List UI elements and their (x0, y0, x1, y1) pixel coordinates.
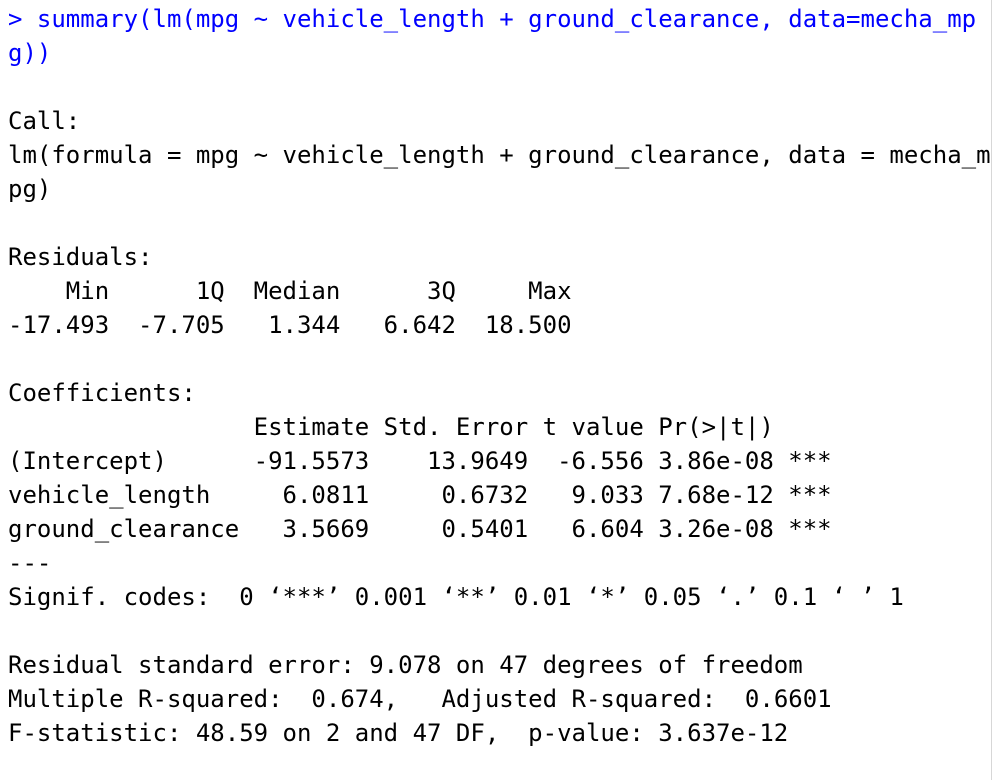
call-header: Call: (8, 107, 81, 135)
residuals-values: -17.493 -7.705 1.344 6.642 18.500 (8, 311, 586, 339)
command-line-continuation: g)) (8, 39, 52, 67)
coefficient-row-intercept: (Intercept) -91.5573 13.9649 -6.556 3.86… (8, 447, 832, 475)
r-console[interactable]: > summary(lm(mpg ~ vehicle_length + grou… (0, 0, 992, 780)
residual-standard-error: Residual standard error: 9.078 on 47 deg… (8, 651, 803, 679)
call-formula: lm(formula = mpg ~ vehicle_length + grou… (8, 141, 991, 169)
signif-codes: Signif. codes: 0 ‘***’ 0.001 ‘**’ 0.01 ‘… (8, 583, 904, 611)
r-squared: Multiple R-squared: 0.674, Adjusted R-sq… (8, 682, 846, 716)
coefficient-row-vehicle-length: vehicle_length 6.0811 0.6732 9.033 7.68e… (8, 481, 832, 509)
coefficients-column-headers: Estimate Std. Error t value Pr(>|t|) (8, 413, 832, 441)
f-statistic: F-statistic: 48.59 on 2 and 47 DF, p-val… (8, 719, 789, 747)
call-formula-continuation: pg) (8, 175, 52, 203)
coefficient-row-ground-clearance: ground_clearance 3.5669 0.5401 6.604 3.2… (8, 515, 832, 543)
coefficients-header: Coefficients: (8, 379, 196, 407)
residuals-header: Residuals: (8, 243, 153, 271)
residuals-labels: Min 1Q Median 3Q Max (8, 277, 586, 305)
separator: --- (8, 549, 52, 577)
command-line: > summary(lm(mpg ~ vehicle_length + grou… (8, 5, 977, 33)
multiple-r-squared: Multiple R-squared: 0.674, Adjusted R-sq… (8, 685, 847, 713)
